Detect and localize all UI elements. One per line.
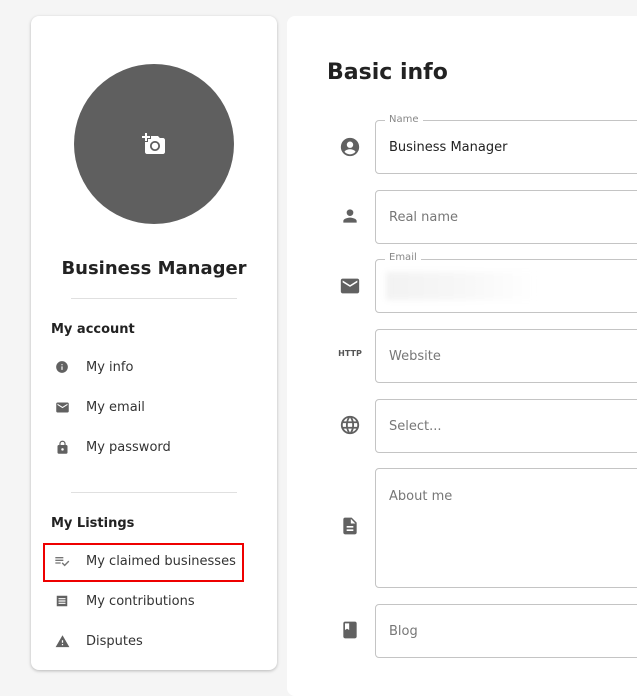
email-icon — [339, 275, 361, 297]
sidebar-item-label: My contributions — [86, 593, 195, 609]
basic-info-panel: Basic info Name Business Manager Real na… — [287, 16, 637, 696]
warning-icon — [51, 634, 73, 649]
email-icon — [51, 400, 73, 415]
person-icon — [339, 206, 361, 226]
book-icon — [339, 620, 361, 640]
description-icon — [339, 516, 361, 536]
about-me-textarea[interactable]: About me — [375, 468, 637, 588]
sidebar-item-label: Disputes — [86, 633, 143, 649]
sidebar-item-label: My claimed businesses — [86, 553, 236, 569]
blog-input[interactable]: Blog — [375, 604, 637, 658]
name-value: Business Manager — [389, 140, 508, 155]
user-name: Business Manager — [61, 258, 247, 279]
my-listings-heading: My Listings — [51, 516, 135, 531]
email-input[interactable]: Email — [375, 252, 637, 313]
email-label: Email — [385, 252, 421, 263]
http-icon: HTTP — [338, 349, 362, 358]
sidebar-item-my-email[interactable]: My email — [51, 394, 145, 420]
add-photo-icon — [142, 133, 165, 154]
avatar-upload[interactable] — [74, 64, 234, 224]
sidebar-item-label: My info — [86, 359, 134, 375]
email-value-blurred — [386, 272, 536, 300]
sidebar-item-my-contributions[interactable]: My contributions — [51, 588, 195, 614]
list-icon — [51, 594, 73, 608]
divider — [71, 492, 237, 493]
country-placeholder: Select... — [389, 419, 442, 434]
website-input[interactable]: Website — [375, 329, 637, 383]
sidebar-item-my-password[interactable]: My password — [51, 434, 171, 460]
sidebar-item-disputes[interactable]: Disputes — [51, 628, 143, 654]
sidebar: Business Manager My account My info My e… — [31, 16, 277, 670]
name-input[interactable]: Name Business Manager — [375, 113, 637, 174]
my-account-heading: My account — [51, 322, 135, 337]
page-title: Basic info — [327, 60, 448, 85]
sidebar-item-my-info[interactable]: My info — [51, 354, 133, 380]
about-placeholder: About me — [389, 489, 453, 504]
country-select[interactable]: Select... — [375, 399, 637, 453]
lock-icon — [51, 440, 73, 455]
divider — [71, 298, 237, 299]
sidebar-item-label: My password — [86, 439, 171, 455]
globe-icon — [339, 414, 361, 436]
real-name-input[interactable]: Real name — [375, 190, 637, 244]
playlist-check-icon — [51, 553, 73, 569]
info-icon — [51, 360, 73, 374]
blog-placeholder: Blog — [389, 624, 418, 639]
account-circle-icon — [339, 136, 361, 158]
sidebar-item-label: My email — [86, 399, 145, 415]
real-name-placeholder: Real name — [389, 210, 459, 225]
website-placeholder: Website — [389, 349, 441, 364]
sidebar-item-my-claimed-businesses[interactable]: My claimed businesses — [51, 548, 236, 574]
name-label: Name — [385, 113, 423, 127]
